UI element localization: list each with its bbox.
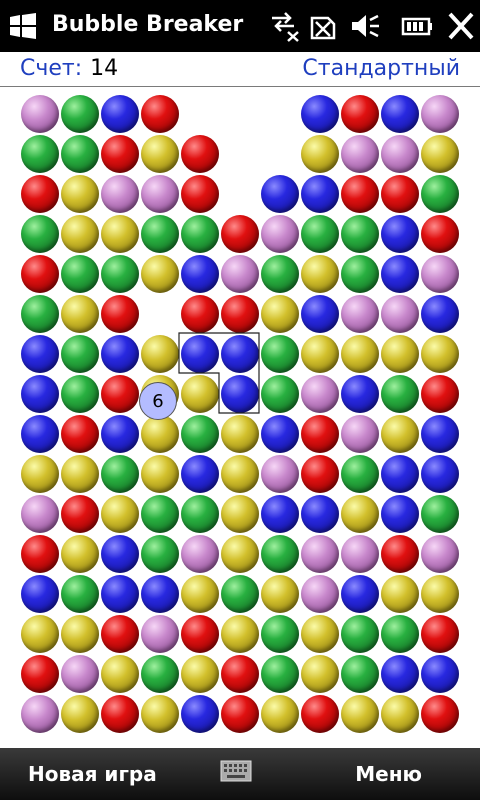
windows-start-icon[interactable] xyxy=(8,12,38,40)
score-label: Счет: xyxy=(20,56,83,81)
menu-bar: Новая игра Меню xyxy=(0,748,480,800)
battery-icon[interactable] xyxy=(400,10,434,42)
connectivity-off-icon[interactable] xyxy=(268,10,302,42)
game-mode-label[interactable]: Стандартный xyxy=(302,56,460,81)
no-sim-icon[interactable] xyxy=(306,10,340,42)
speaker-muted-icon[interactable] xyxy=(348,10,382,42)
score-value: 14 xyxy=(90,56,119,81)
selection-count-badge: 6 xyxy=(139,382,177,420)
status-bar: Счет: 14 Стандартный xyxy=(0,52,480,87)
game-board[interactable]: 6 xyxy=(0,87,480,745)
app-title: Bubble Breaker xyxy=(52,12,244,37)
title-bar: Bubble Breaker xyxy=(0,0,480,52)
new-game-button[interactable]: Новая игра xyxy=(28,762,157,786)
selection-outline xyxy=(178,332,260,414)
close-icon[interactable] xyxy=(444,10,478,42)
keyboard-icon[interactable] xyxy=(220,760,252,782)
menu-button[interactable]: Меню xyxy=(355,762,422,786)
score-display: Счет: 14 xyxy=(20,56,118,81)
